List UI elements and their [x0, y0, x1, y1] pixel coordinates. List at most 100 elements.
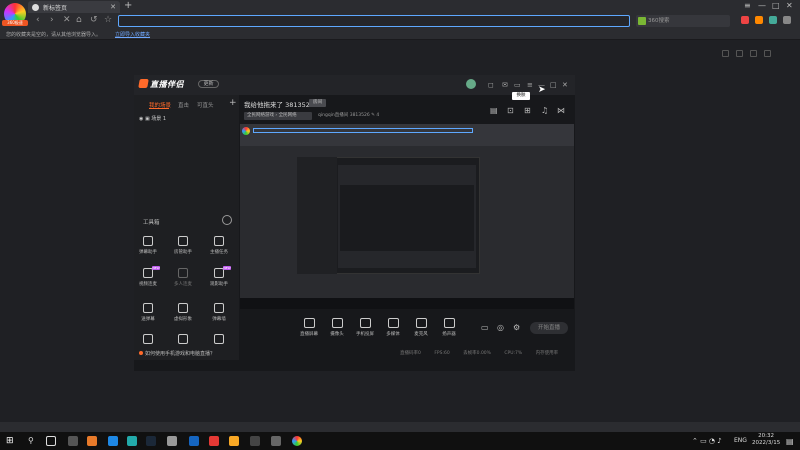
- taskbar-edge-icon[interactable]: [108, 436, 118, 446]
- tool-admin[interactable]: 房管助手: [166, 236, 200, 255]
- taskbar-search-icon[interactable]: ⚲: [28, 436, 38, 446]
- tool-more[interactable]: [131, 334, 165, 347]
- tool-label: 弹幕墙: [212, 317, 226, 322]
- tool-video-call[interactable]: NEW 视频连麦: [131, 266, 165, 287]
- app-close-button[interactable]: ✕: [562, 81, 568, 89]
- taskbar-tool-icon[interactable]: [167, 436, 177, 446]
- taskbar-app5-icon[interactable]: [250, 436, 260, 446]
- taskbar-store-icon[interactable]: [127, 436, 137, 446]
- tab-favicon-icon: [32, 3, 39, 11]
- add-scene-button[interactable]: +: [229, 98, 237, 108]
- scissors-icon[interactable]: [769, 16, 777, 24]
- start-live-button[interactable]: 开始直播: [530, 322, 568, 334]
- tool-wall[interactable]: 弹幕墙: [202, 303, 236, 322]
- favorite-star-button[interactable]: ☆: [104, 15, 112, 25]
- lock-scene-icon[interactable]: ⊡: [507, 106, 514, 115]
- browser-menu-icon[interactable]: ≡: [744, 1, 751, 10]
- control-mic[interactable]: 麦克风: [408, 318, 434, 337]
- live-title[interactable]: 我给他拖来了 3813526: [244, 99, 314, 109]
- back-button[interactable]: ‹: [36, 15, 40, 25]
- app-logo-icon: [138, 79, 149, 88]
- app-update-button[interactable]: 更新: [198, 80, 219, 88]
- settings-icon[interactable]: ⚙: [513, 323, 520, 332]
- record-icon[interactable]: ▭: [481, 323, 489, 332]
- taskbar-steam-icon[interactable]: [146, 436, 156, 446]
- tool-label: 主播任务: [210, 250, 228, 255]
- scene-row[interactable]: ◉ ▣ 场景 1: [139, 115, 166, 122]
- tray-icons[interactable]: ⌃ ▭ ◔ ♪: [692, 437, 722, 445]
- tool-pk[interactable]: [166, 334, 200, 347]
- layout-icon[interactable]: ▤: [490, 106, 498, 115]
- page-shield-icon[interactable]: [736, 50, 743, 57]
- control-media[interactable]: 多媒体: [380, 318, 406, 337]
- fullscreen-icon[interactable]: ⊞: [524, 106, 531, 115]
- tab-available[interactable]: 可直头: [197, 101, 214, 109]
- tool-avatar[interactable]: 虚拟形象: [166, 303, 200, 322]
- menu-icon[interactable]: ≡: [527, 81, 533, 89]
- input-language[interactable]: ENG: [734, 437, 747, 444]
- control-phone[interactable]: 手机投屏: [352, 318, 378, 337]
- windows-start-icon[interactable]: ⊞: [6, 436, 16, 446]
- category-tag[interactable]: 全民网络游戏 › 全民网络: [244, 112, 312, 120]
- skin-tooltip: 换肤: [512, 92, 530, 100]
- tool-task[interactable]: 主播任务: [202, 236, 236, 255]
- extension-icon[interactable]: [741, 16, 749, 24]
- app-maximize-button[interactable]: □: [550, 81, 557, 89]
- forward-button[interactable]: ›: [50, 15, 54, 25]
- taskbar-folder-icon[interactable]: [87, 436, 97, 446]
- tool-multi-call[interactable]: 多人连麦: [166, 268, 200, 287]
- browser-tab[interactable]: 新标签页 ✕: [28, 1, 120, 13]
- taskbar-browser-icon[interactable]: [292, 436, 302, 446]
- tab-close-icon[interactable]: ✕: [110, 3, 116, 11]
- undo-button[interactable]: ↺: [90, 15, 98, 25]
- clock[interactable]: 20:32 2022/3/15: [752, 433, 780, 447]
- taskbar-app2-icon[interactable]: [189, 436, 199, 446]
- control-camera[interactable]: 摄像头: [324, 318, 350, 337]
- control-label: 多媒体: [386, 332, 400, 337]
- visibility-eye-icon[interactable]: ◉: [139, 116, 143, 122]
- page-skin-icon[interactable]: [764, 50, 771, 57]
- message-icon[interactable]: ✉: [502, 81, 508, 89]
- bookmark-import-link[interactable]: 立即导入收藏夹: [115, 31, 150, 38]
- control-label: 直播屏幕: [300, 332, 318, 337]
- toolbox-settings-icon[interactable]: [222, 215, 232, 225]
- taskbar-app3-icon[interactable]: [209, 436, 219, 446]
- avatar-icon: [178, 303, 188, 313]
- tool-danmaku[interactable]: 弹幕助手: [131, 236, 165, 255]
- skin-icon[interactable]: ▭: [514, 81, 521, 89]
- notification-icon[interactable]: ◻: [488, 81, 494, 89]
- user-avatar[interactable]: [466, 79, 476, 89]
- page-settings-icon[interactable]: [750, 50, 757, 57]
- control-label: 扬声器: [442, 332, 456, 337]
- preview-taskbar-strip: [240, 298, 574, 309]
- taskbar-app6-icon[interactable]: [271, 436, 281, 446]
- notification-center-icon[interactable]: ▤: [786, 437, 794, 446]
- control-screen[interactable]: 直播屏幕: [296, 318, 322, 337]
- bell-icon[interactable]: ♫: [541, 106, 548, 115]
- home-button[interactable]: ⌂: [76, 15, 82, 25]
- taskbar-app4-icon[interactable]: [229, 436, 239, 446]
- task-view-icon[interactable]: [46, 436, 56, 446]
- close-button[interactable]: ✕: [786, 1, 793, 10]
- help-tip[interactable]: 如何使用手机游戏和电脑直播？: [139, 350, 215, 357]
- game-icon[interactable]: [755, 16, 763, 24]
- address-bar[interactable]: [118, 15, 630, 27]
- tool-upload[interactable]: [202, 334, 236, 347]
- control-label: 摄像头: [330, 332, 344, 337]
- tool-gift[interactable]: 送弹幕: [131, 303, 165, 322]
- tab-title: 新标签页: [43, 4, 68, 12]
- room-tag[interactable]: 房间: [309, 99, 326, 107]
- taskbar-app-icon[interactable]: [68, 436, 78, 446]
- tab-live[interactable]: 直击: [178, 101, 189, 109]
- page-grid-icon[interactable]: [722, 50, 729, 57]
- mode-icon[interactable]: ◎: [497, 323, 504, 332]
- tool-movie[interactable]: NEW 观影助手: [202, 266, 236, 287]
- search-box[interactable]: 360搜索: [636, 15, 730, 27]
- new-tab-button[interactable]: +: [124, 0, 132, 11]
- stop-button[interactable]: ✕: [63, 15, 71, 25]
- control-speaker[interactable]: 扬声器: [436, 318, 462, 337]
- minimize-button[interactable]: —: [758, 1, 766, 10]
- download-icon[interactable]: [783, 16, 791, 24]
- share-icon[interactable]: ⋈: [557, 106, 565, 115]
- maximize-button[interactable]: □: [772, 1, 780, 10]
